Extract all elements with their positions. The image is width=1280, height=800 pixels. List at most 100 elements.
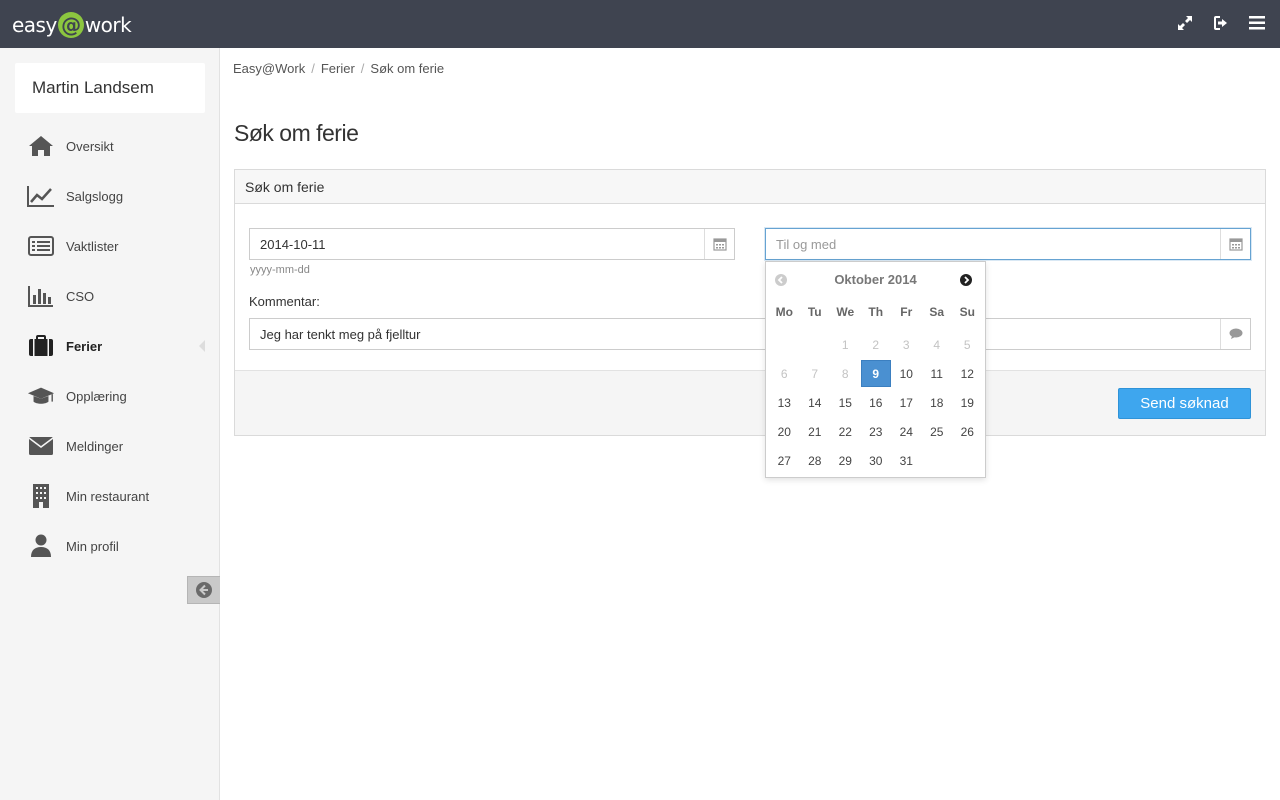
comment-label: Kommentar: (249, 294, 320, 309)
day-cell[interactable]: 30 (861, 447, 892, 474)
app-logo[interactable]: easy @ work (12, 10, 132, 40)
panel-footer (235, 370, 1265, 435)
from-date-input[interactable] (250, 229, 704, 259)
day-cell[interactable]: 31 (891, 447, 922, 474)
sidebar-item-vaktlister[interactable]: Vaktlister (0, 221, 219, 271)
arrow-circle-left-icon (196, 582, 212, 598)
day-cell[interactable]: 19 (952, 389, 983, 416)
sidebar-item-label: Salgslogg (66, 188, 124, 204)
day-cell[interactable]: 29 (830, 447, 861, 474)
day-cell[interactable]: 21 (800, 418, 831, 445)
sidebar-item-min-restaurant[interactable]: Min restaurant (0, 471, 219, 521)
sidebar-item-meldinger[interactable]: Meldinger (0, 421, 219, 471)
day-cell[interactable]: 11 (922, 360, 953, 387)
day-cell[interactable]: 13 (769, 389, 800, 416)
day-empty (769, 331, 800, 358)
day-disabled: 6 (780, 366, 788, 381)
day-cell[interactable]: 26 (952, 418, 983, 445)
day-cell[interactable]: 10 (891, 360, 922, 387)
sidebar-item-label: Meldinger (66, 438, 124, 454)
bar-chart-icon (27, 283, 55, 309)
day-cell[interactable]: 22 (830, 418, 861, 445)
send-application-button[interactable]: Send søknad (1118, 388, 1251, 419)
day-cell[interactable]: 25 (922, 418, 953, 445)
day-empty (922, 447, 953, 474)
page-title: Søk om ferie (234, 120, 359, 146)
day-empty (952, 447, 983, 474)
weekday-label: Su (959, 305, 975, 319)
weekday-header: Mo Tu We Th Fr Sa Su (769, 302, 984, 331)
day-cell[interactable]: 24 (891, 418, 922, 445)
day-disabled: 2 (872, 337, 880, 352)
breadcrumb-home[interactable]: Easy@Work (233, 61, 305, 76)
logo-text-left: easy (12, 13, 57, 37)
breadcrumb-ferier[interactable]: Ferier (321, 61, 355, 76)
date-format-hint: yyyy-mm-dd (250, 264, 310, 276)
breadcrumb: Easy@Work / Ferier / Søk om ferie (233, 61, 444, 76)
home-icon (27, 133, 55, 159)
envelope-icon (27, 433, 55, 459)
to-date-field (765, 228, 1251, 260)
sidebar: Martin Landsem Oversikt Salgslogg Vaktli… (0, 48, 220, 800)
datepicker-week-row: 6 7 8 9 10 11 12 (769, 360, 984, 389)
comment-input[interactable] (250, 319, 1220, 349)
day-cell-highlighted[interactable]: 9 (860, 360, 891, 387)
day-disabled: 8 (841, 366, 849, 381)
sidebar-item-opplaering[interactable]: Opplæring (0, 371, 219, 421)
logo-at-sign: @ (57, 12, 84, 38)
day-disabled: 5 (963, 337, 971, 352)
from-date-field (249, 228, 735, 260)
breadcrumb-current: Søk om ferie (370, 61, 445, 76)
calendar-icon[interactable] (1220, 229, 1250, 259)
weekday-label: Fr (900, 305, 913, 319)
sidebar-item-label: Opplæring (66, 388, 127, 404)
expand-icon[interactable] (1174, 12, 1196, 34)
day-cell[interactable]: 18 (922, 389, 953, 416)
comment-field (249, 318, 1251, 350)
day-cell[interactable]: 23 (861, 418, 892, 445)
menu-icon[interactable] (1246, 12, 1268, 34)
breadcrumb-separator: / (311, 61, 315, 76)
day-cell[interactable]: 27 (769, 447, 800, 474)
sidebar-item-label: Min profil (66, 538, 119, 554)
weekday-label: Mo (775, 305, 793, 319)
datepicker-week-row: 20 21 22 23 24 25 26 (769, 418, 984, 447)
sidebar-item-cso[interactable]: CSO (0, 271, 219, 321)
comment-icon (1220, 319, 1250, 349)
datepicker-month-title[interactable]: Oktober 2014 (766, 272, 985, 287)
datepicker-grid: Mo Tu We Th Fr Sa Su 1 2 3 4 5 6 7 8 9 10 11 12 13 14 15 16 17… (769, 302, 984, 476)
user-icon (27, 533, 55, 559)
logo-text-right: work (84, 13, 132, 37)
weekday-label: We (836, 305, 855, 319)
day-cell[interactable]: 14 (800, 389, 831, 416)
sign-out-icon[interactable] (1210, 12, 1232, 34)
day-cell[interactable]: 15 (830, 389, 861, 416)
sidebar-item-oversikt[interactable]: Oversikt (0, 121, 219, 171)
sidebar-collapse-button[interactable] (187, 576, 220, 604)
day-cell[interactable]: 16 (861, 389, 892, 416)
building-icon (27, 483, 55, 509)
next-month-icon[interactable] (959, 273, 973, 287)
weekday-label: Sa (929, 305, 945, 319)
sidebar-item-salgslogg[interactable]: Salgslogg (0, 171, 219, 221)
vacation-form-panel: Søk om ferie (234, 169, 1266, 436)
day-cell[interactable]: 20 (769, 418, 800, 445)
datepicker-popup: Oktober 2014 Mo Tu We Th Fr Sa Su 1 2 3 4 5 6 7 8 9 10 1… (765, 261, 986, 478)
user-name[interactable]: Martin Landsem (15, 63, 205, 113)
day-cell[interactable]: 12 (952, 360, 983, 387)
to-date-input[interactable] (766, 229, 1220, 259)
sidebar-item-min-profil[interactable]: Min profil (0, 521, 219, 571)
sidebar-item-label: Oversikt (66, 138, 114, 154)
sidebar-item-label: Ferier (66, 338, 103, 354)
day-cell[interactable]: 17 (891, 389, 922, 416)
day-disabled: 1 (841, 337, 849, 352)
day-disabled: 4 (933, 337, 941, 352)
sidebar-item-ferier[interactable]: Ferier (0, 321, 219, 371)
day-cell[interactable]: 28 (800, 447, 831, 474)
breadcrumb-separator: / (360, 61, 365, 76)
calendar-icon[interactable] (704, 229, 734, 259)
datepicker-week-row: 27 28 29 30 31 (769, 447, 984, 476)
line-chart-icon (27, 183, 55, 209)
datepicker-week-row: 1 2 3 4 5 (769, 331, 984, 360)
active-caret-icon (199, 340, 205, 352)
